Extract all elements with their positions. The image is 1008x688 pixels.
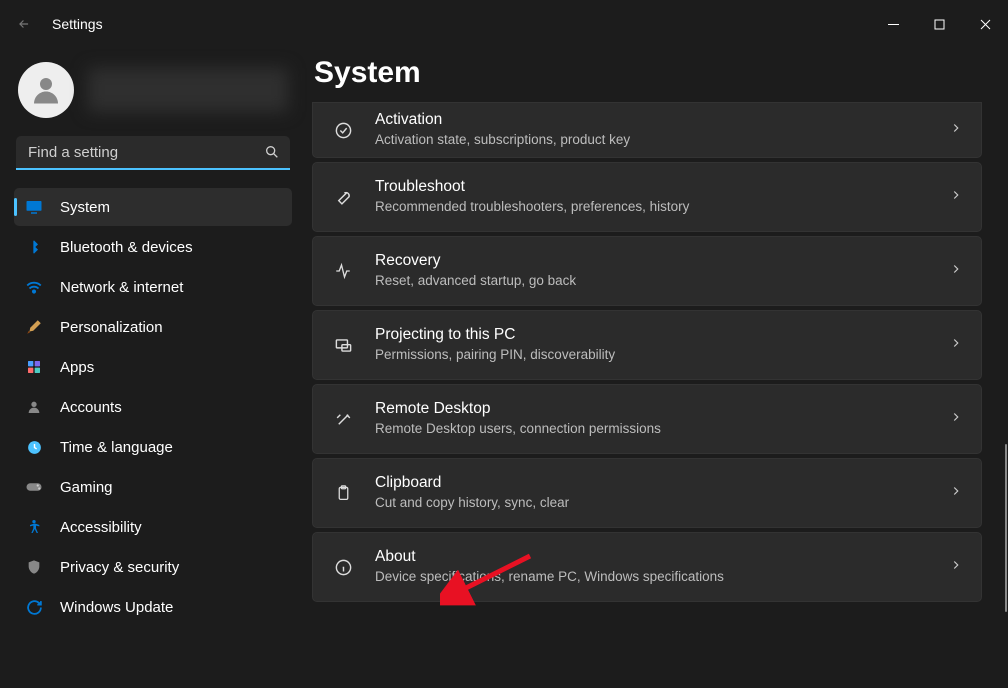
clipboard-icon [331, 483, 355, 503]
brush-icon [24, 317, 44, 337]
nav-item-accounts[interactable]: Accounts [14, 388, 292, 426]
card-desc: Activation state, subscriptions, product… [375, 131, 929, 149]
check-circle-icon [331, 121, 355, 140]
window-title: Settings [52, 16, 103, 32]
recovery-icon [331, 262, 355, 280]
card-projecting-to-this-pc[interactable]: Projecting to this PCPermissions, pairin… [312, 310, 982, 380]
nav-item-windows-update[interactable]: Windows Update [14, 588, 292, 626]
nav-label: Accessibility [60, 519, 142, 536]
wifi-icon [24, 277, 44, 297]
card-title: Recovery [375, 251, 929, 272]
nav-item-network-internet[interactable]: Network & internet [14, 268, 292, 306]
search-input[interactable] [16, 136, 290, 170]
card-desc: Remote Desktop users, connection permiss… [375, 420, 929, 438]
nav-label: Accounts [60, 399, 122, 416]
nav-item-apps[interactable]: Apps [14, 348, 292, 386]
card-activation[interactable]: ActivationActivation state, subscription… [312, 102, 982, 158]
chevron-right-icon [949, 558, 963, 577]
nav-label: Privacy & security [60, 559, 179, 576]
card-text: Projecting to this PCPermissions, pairin… [375, 325, 929, 364]
card-troubleshoot[interactable]: TroubleshootRecommended troubleshooters,… [312, 162, 982, 232]
nav-item-accessibility[interactable]: Accessibility [14, 508, 292, 546]
nav-label: Bluetooth & devices [60, 239, 193, 256]
card-text: RecoveryReset, advanced startup, go back [375, 251, 929, 290]
nav-label: Network & internet [60, 279, 183, 296]
chevron-right-icon [949, 336, 963, 355]
chevron-right-icon [949, 484, 963, 503]
chevron-right-icon [949, 121, 963, 140]
chevron-right-icon [949, 410, 963, 429]
nav-label: Apps [60, 359, 94, 376]
display-icon [24, 197, 44, 217]
nav-item-system[interactable]: System [14, 188, 292, 226]
project-icon [331, 336, 355, 355]
card-text: ActivationActivation state, subscription… [375, 110, 929, 149]
card-desc: Cut and copy history, sync, clear [375, 494, 929, 512]
clock-icon [24, 437, 44, 457]
search-icon [264, 144, 280, 165]
wrench-icon [331, 188, 355, 207]
apps-icon [24, 357, 44, 377]
minimize-button[interactable] [870, 8, 916, 40]
nav-label: System [60, 199, 110, 216]
card-desc: Permissions, pairing PIN, discoverabilit… [375, 346, 929, 364]
nav-label: Windows Update [60, 599, 173, 616]
scrollbar-thumb[interactable] [1005, 444, 1007, 612]
shield-icon [24, 557, 44, 577]
settings-cards: ActivationActivation state, subscription… [312, 102, 982, 602]
nav-list: System Bluetooth & devices Network & inter… [14, 188, 292, 626]
card-about[interactable]: AboutDevice specifications, rename PC, W… [312, 532, 982, 602]
card-text: ClipboardCut and copy history, sync, cle… [375, 473, 929, 512]
card-recovery[interactable]: RecoveryReset, advanced startup, go back [312, 236, 982, 306]
card-title: Remote Desktop [375, 399, 929, 420]
card-title: Troubleshoot [375, 177, 929, 198]
avatar [18, 62, 74, 118]
profile-info-redacted [88, 68, 288, 112]
close-button[interactable] [962, 8, 1008, 40]
search-container [16, 136, 290, 170]
nav-item-bluetooth-devices[interactable]: Bluetooth & devices [14, 228, 292, 266]
accessibility-icon [24, 517, 44, 537]
card-title: Clipboard [375, 473, 929, 494]
info-icon [331, 558, 355, 577]
main-content: System ActivationActivation state, subsc… [300, 48, 1008, 688]
gamepad-icon [24, 477, 44, 497]
nav-item-personalization[interactable]: Personalization [14, 308, 292, 346]
nav-item-privacy-security[interactable]: Privacy & security [14, 548, 292, 586]
chevron-right-icon [949, 188, 963, 207]
nav-label: Time & language [60, 439, 173, 456]
nav-label: Personalization [60, 319, 163, 336]
window-controls [870, 8, 1008, 40]
card-remote-desktop[interactable]: Remote DesktopRemote Desktop users, conn… [312, 384, 982, 454]
person-icon [24, 397, 44, 417]
card-desc: Recommended troubleshooters, preferences… [375, 198, 929, 216]
sidebar: System Bluetooth & devices Network & inter… [0, 48, 300, 688]
card-title: Projecting to this PC [375, 325, 929, 346]
card-clipboard[interactable]: ClipboardCut and copy history, sync, cle… [312, 458, 982, 528]
sync-icon [24, 597, 44, 617]
nav-label: Gaming [60, 479, 113, 496]
page-title: System [314, 56, 982, 90]
card-title: Activation [375, 110, 929, 131]
card-text: Remote DesktopRemote Desktop users, conn… [375, 399, 929, 438]
chevron-right-icon [949, 262, 963, 281]
card-title: About [375, 547, 929, 568]
back-button[interactable] [0, 0, 48, 48]
nav-item-gaming[interactable]: Gaming [14, 468, 292, 506]
card-desc: Device specifications, rename PC, Window… [375, 568, 929, 586]
titlebar: Settings [0, 0, 1008, 48]
card-text: TroubleshootRecommended troubleshooters,… [375, 177, 929, 216]
remote-icon [331, 410, 355, 429]
profile-section[interactable] [14, 56, 292, 136]
maximize-button[interactable] [916, 8, 962, 40]
nav-item-time-language[interactable]: Time & language [14, 428, 292, 466]
card-desc: Reset, advanced startup, go back [375, 272, 929, 290]
bluetooth-icon [24, 237, 44, 257]
card-text: AboutDevice specifications, rename PC, W… [375, 547, 929, 586]
